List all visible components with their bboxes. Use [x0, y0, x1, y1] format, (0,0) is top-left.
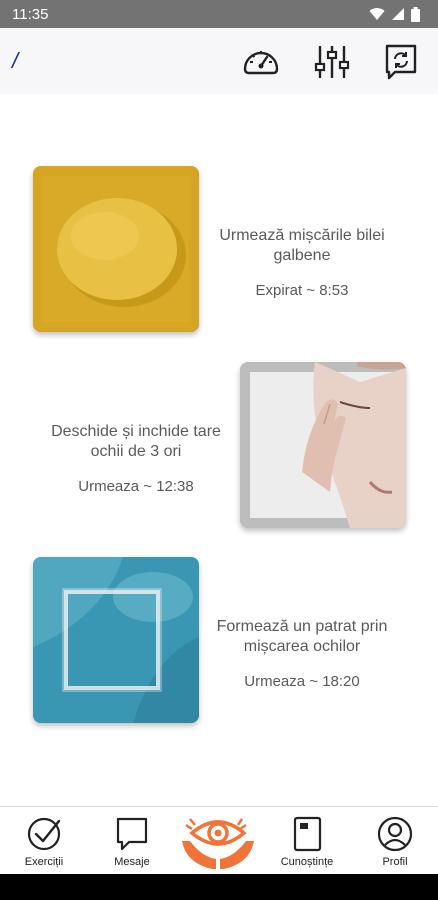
- exercise-text-3: Formează un patrat prin mișcarea ochilor…: [202, 617, 402, 690]
- wifi-icon: [369, 8, 385, 20]
- nav-item-knowledge[interactable]: Cunoștințe: [267, 807, 347, 875]
- top-bar: /: [0, 28, 438, 94]
- exercise-title: Formează un patrat prin mișcarea ochilor: [216, 618, 388, 655]
- nav-label: Mesaje: [114, 856, 150, 868]
- nav-item-profile[interactable]: Profil: [355, 807, 435, 875]
- battery-icon: [411, 6, 420, 22]
- back-button[interactable]: /: [12, 48, 18, 74]
- checkmark-circle-icon: [27, 817, 61, 851]
- status-icons: [369, 6, 420, 22]
- square-motion-image: [33, 557, 199, 723]
- exercise-title: Urmează mișcările bilei galbene: [219, 227, 385, 264]
- sliders-icon[interactable]: [312, 42, 352, 82]
- nav-label: Exerciții: [24, 856, 64, 868]
- exercise-title: Deschide și inchide tare ochii de 3 ori: [51, 423, 221, 460]
- nav-label: Profil: [382, 856, 408, 868]
- status-bar: 11:35: [0, 0, 438, 28]
- exercise-status: Urmeaza ~ 18:20: [244, 673, 360, 690]
- chat-bubble-icon: [116, 817, 148, 851]
- exercise-text-1: Urmează mișcările bilei galbene Expirat …: [202, 226, 402, 299]
- nav-item-exercises[interactable]: Exerciții: [4, 807, 84, 875]
- closing-eyes-photo: [240, 362, 406, 528]
- nav-item-messages[interactable]: Mesaje: [92, 807, 172, 875]
- system-gesture-bar: [0, 874, 438, 900]
- status-time: 11:35: [12, 5, 49, 23]
- refresh-message-icon[interactable]: [381, 42, 421, 82]
- bottom-navigation: Exerciții Mesaje Cunoștințe Profil: [0, 806, 438, 875]
- user-profile-icon: [377, 816, 413, 852]
- exercise-text-2: Deschide și inchide tare ochii de 3 ori …: [36, 422, 236, 495]
- signal-icon: [392, 8, 404, 20]
- nav-label: Cunoștințe: [280, 856, 334, 868]
- exercise-status: Urmeaza ~ 12:38: [78, 478, 194, 495]
- yellow-ball-image: [33, 166, 199, 332]
- nav-item-home-logo[interactable]: [178, 807, 258, 875]
- exercise-status: Expirat ~ 8:53: [255, 282, 349, 299]
- speedometer-icon[interactable]: [241, 42, 281, 82]
- book-icon: [293, 816, 322, 852]
- eye-hands-logo: [182, 818, 254, 869]
